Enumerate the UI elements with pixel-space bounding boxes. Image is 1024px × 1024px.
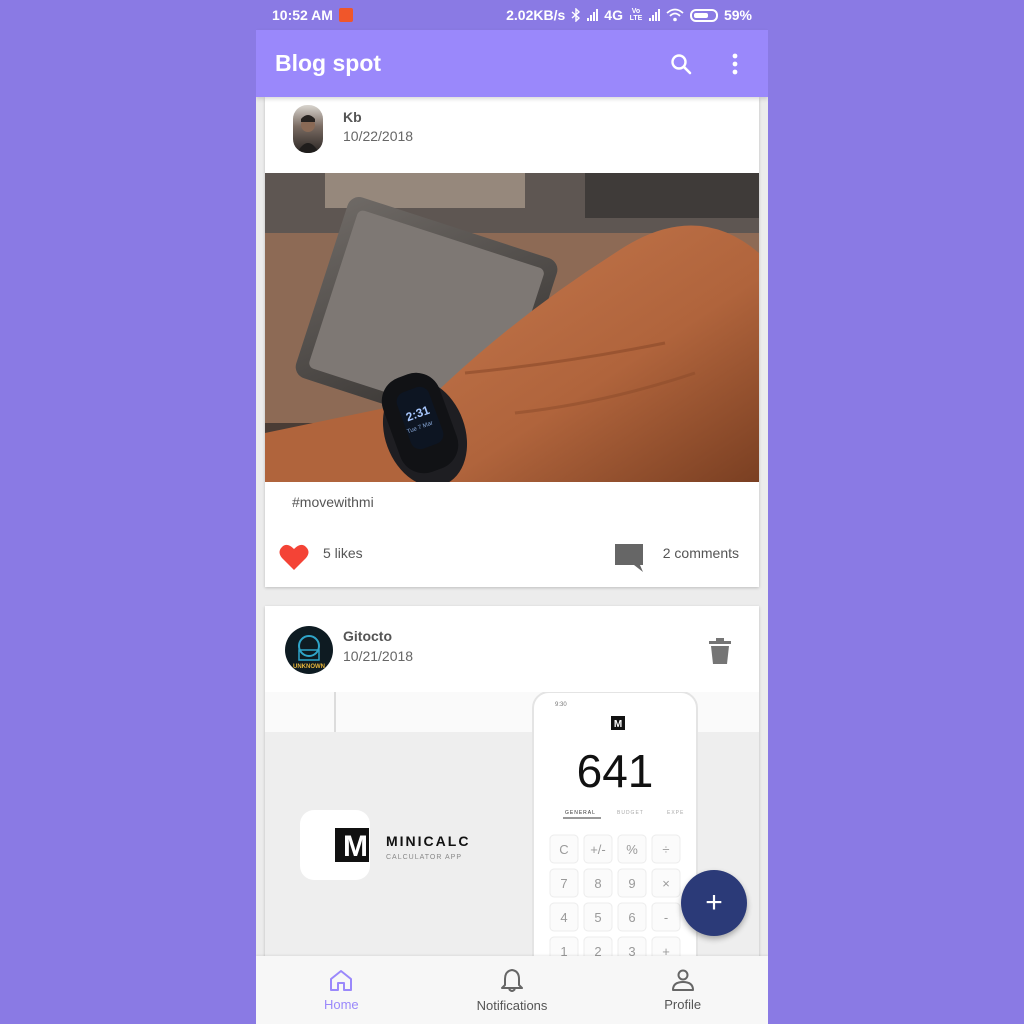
post-actions: 5 likes 2 comments	[265, 537, 759, 577]
battery-level: 59%	[723, 7, 752, 23]
author-name[interactable]: Gitocto	[343, 628, 392, 644]
nav-notifications[interactable]: Notifications	[427, 956, 598, 1024]
calc-key: C	[559, 842, 568, 857]
author-name[interactable]: Kb	[343, 109, 362, 125]
home-icon	[330, 969, 353, 991]
author-avatar[interactable]	[293, 105, 323, 153]
calc-display: 641	[577, 745, 654, 797]
calc-key: 9	[628, 876, 635, 891]
app-title: Blog spot	[275, 50, 382, 76]
calc-key: -	[664, 910, 668, 925]
post-image[interactable]: M MINICALC CALCULATOR APP 9:30 M 641 GEN…	[265, 691, 759, 966]
status-bar: 10:52 AM 2.02KB/s 4G Vo LTE 59%	[256, 0, 768, 30]
search-icon[interactable]	[667, 50, 695, 78]
status-right: 2.02KB/s 4G Vo LTE 59%	[506, 7, 752, 23]
battery-icon	[689, 8, 718, 22]
phone-time: 9:30	[555, 702, 567, 708]
post-caption: #movewithmi	[292, 494, 374, 510]
notification-app-icon	[338, 8, 353, 22]
fab-label: +	[705, 886, 723, 919]
bell-icon	[501, 968, 523, 992]
post-image[interactable]: 2:31 Tue 7 Mar	[265, 173, 759, 482]
calc-key: ×	[662, 876, 670, 891]
nav-profile-label: Profile	[664, 996, 702, 1012]
wifi-icon	[666, 8, 684, 22]
calc-tab-general: GENERAL	[565, 810, 596, 816]
comment-icon[interactable]	[614, 543, 644, 578]
author-avatar[interactable]: UNKNOWN	[285, 626, 333, 674]
volte-badge: Vo LTE	[629, 8, 643, 22]
calc-key: ÷	[662, 842, 669, 857]
calc-tab-budget: BUDGET	[617, 810, 644, 816]
phone-logo: M	[614, 719, 622, 730]
avatar-text: UNKNOWN	[293, 664, 325, 670]
nav-notifications-label: Notifications	[476, 997, 548, 1013]
calc-key: +/-	[590, 842, 606, 857]
comments-count[interactable]: 2 comments	[663, 545, 739, 561]
post-date: 10/21/2018	[343, 648, 414, 664]
heart-icon[interactable]	[279, 543, 309, 576]
status-time: 10:52 AM	[272, 7, 333, 23]
calc-tab-expe: EXPE	[667, 810, 684, 816]
network-speed: 2.02KB/s	[506, 7, 566, 23]
nav-home-label: Home	[323, 996, 359, 1012]
app-subtitle: CALCULATOR APP	[386, 854, 462, 861]
network-type: 4G	[604, 7, 623, 23]
more-vert-icon[interactable]	[721, 50, 749, 78]
bottom-navigation: Home Notifications Profile	[256, 956, 768, 1024]
bluetooth-icon	[571, 8, 581, 22]
person-icon	[671, 969, 694, 991]
signal-icon-2	[648, 9, 660, 21]
calc-key: 8	[594, 876, 601, 891]
nav-profile[interactable]: Profile	[597, 956, 768, 1024]
calc-key: 4	[560, 910, 567, 925]
likes-count[interactable]: 5 likes	[323, 545, 363, 561]
signal-icon	[587, 9, 599, 21]
calc-key: 5	[594, 910, 601, 925]
nav-home[interactable]: Home	[256, 956, 427, 1024]
phone-screen: 10:52 AM 2.02KB/s 4G Vo LTE 59% Blog spo…	[256, 0, 768, 1024]
calc-key: %	[626, 842, 638, 857]
calc-key: 7	[560, 876, 567, 891]
app-bar: Blog spot	[256, 30, 768, 97]
delete-icon[interactable]	[709, 638, 731, 669]
add-post-button[interactable]: +	[681, 870, 747, 936]
calc-key: 6	[628, 910, 635, 925]
post-card[interactable]: Kb 10/22/2018 2:31 Tue 7 Mar #movewithmi…	[265, 97, 759, 587]
post-date: 10/22/2018	[343, 128, 414, 144]
app-name: MINICALC	[386, 833, 470, 849]
app-logo: M	[343, 830, 368, 863]
